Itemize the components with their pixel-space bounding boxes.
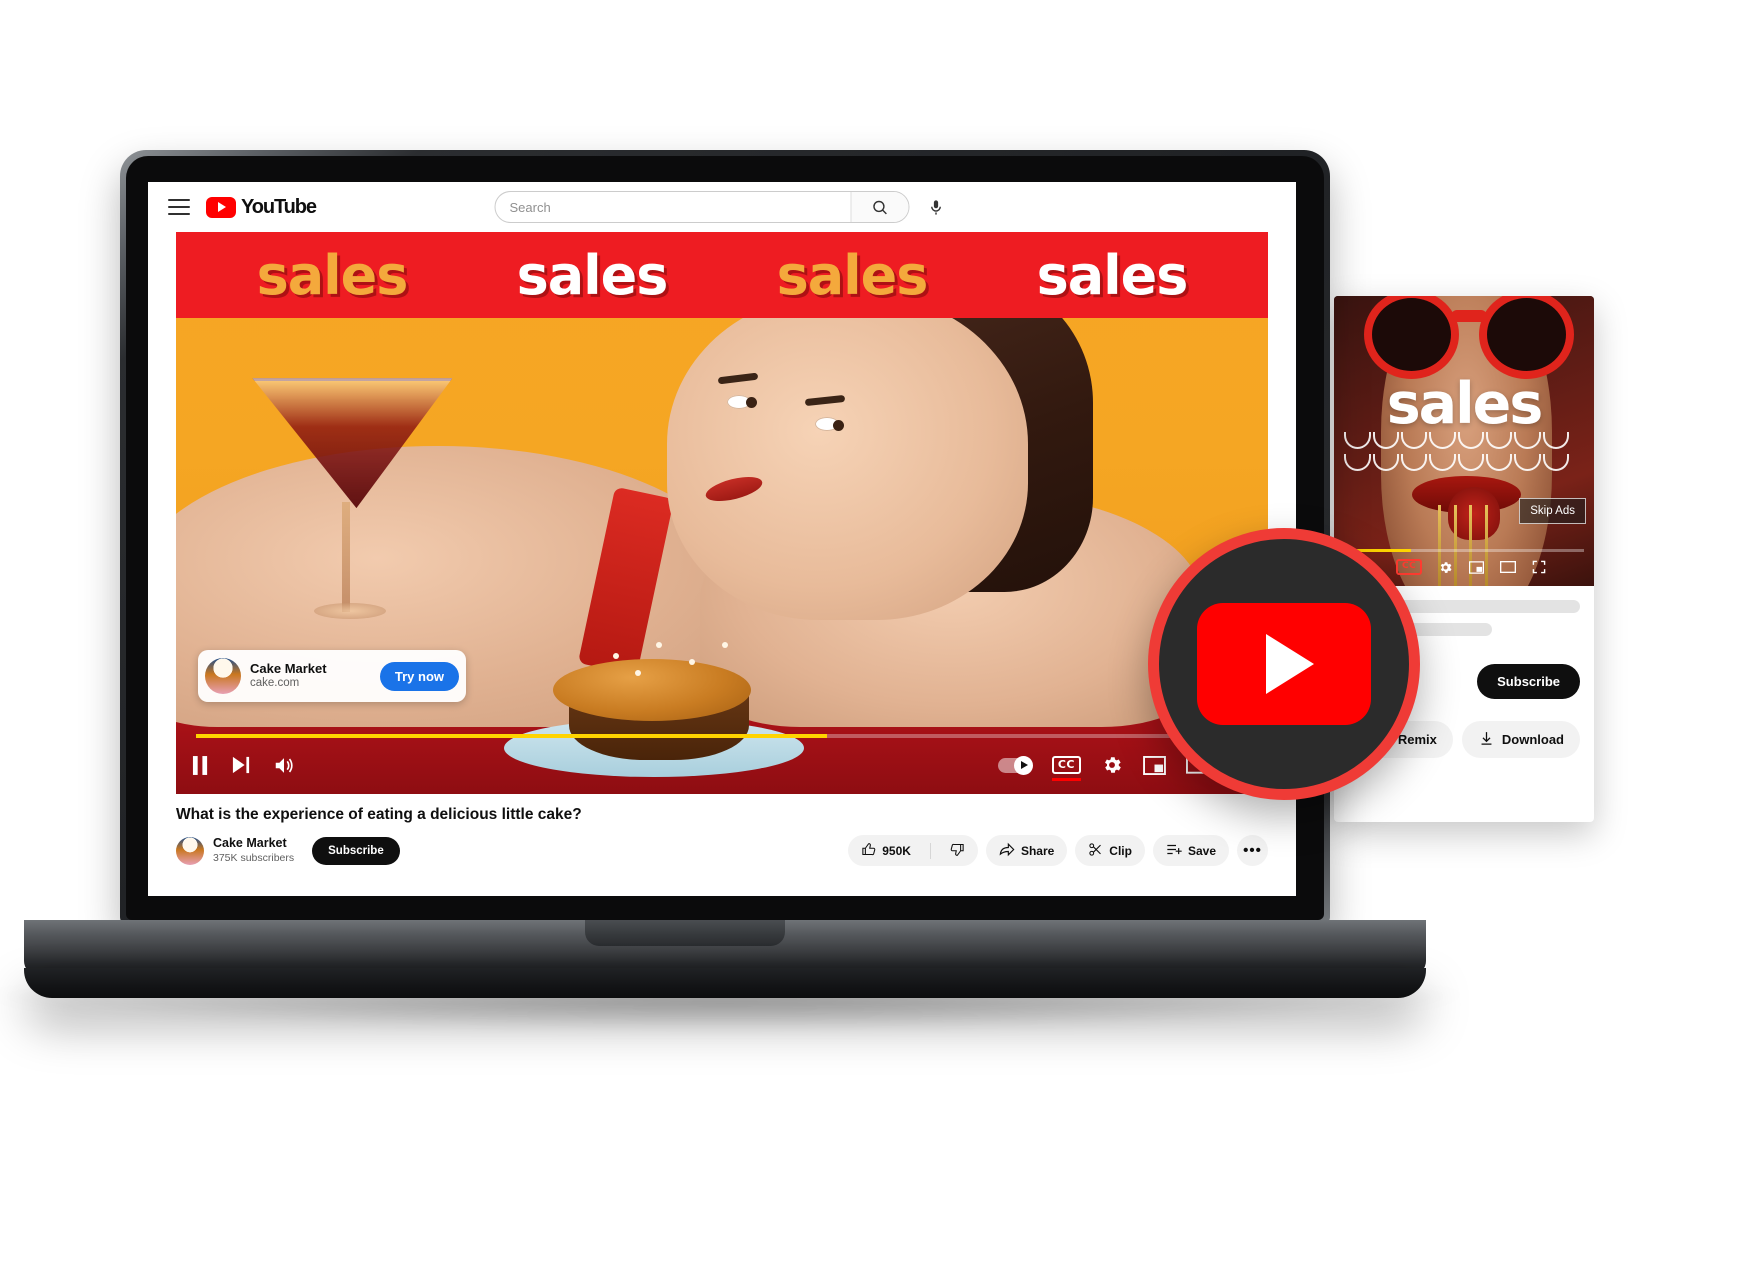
search-box[interactable] — [494, 191, 910, 223]
photo-sunglasses — [1370, 296, 1568, 383]
youtube-wordmark: YouTube — [241, 195, 317, 218]
ad-overlay-card[interactable]: Cake Market cake.com Try now — [198, 650, 466, 702]
video-player[interactable]: sales sales sales sales Cake Market cake… — [176, 232, 1268, 794]
remix-label: Remix — [1397, 732, 1437, 747]
avatar[interactable] — [176, 836, 204, 865]
mobile-progress-bar[interactable] — [1344, 549, 1584, 552]
clip-label: Clip — [1109, 843, 1132, 858]
closed-captions-icon[interactable]: CC — [1051, 755, 1081, 782]
settings-gear-icon[interactable] — [1438, 560, 1453, 575]
youtube-header: YouTube — [148, 182, 1296, 232]
laptop-base-notch — [585, 920, 785, 946]
scene-root: sales Skip Ads CC Subscribe Remix Downlo… — [0, 0, 1738, 1288]
search-area — [494, 191, 950, 223]
progress-bar[interactable] — [196, 734, 1248, 738]
youtube-logo[interactable]: YouTube — [206, 195, 317, 219]
next-track-icon[interactable] — [231, 756, 251, 774]
channel-row: Cake Market 375K subscribers Subscribe 9… — [176, 835, 1268, 866]
thumbs-up-icon — [861, 842, 876, 860]
search-button[interactable] — [850, 192, 909, 222]
skip-ads-button[interactable]: Skip Ads — [1519, 498, 1586, 524]
banner-word: sales — [256, 243, 409, 307]
like-button[interactable]: 950K — [848, 835, 924, 866]
mobile-video-player[interactable]: sales Skip Ads CC — [1334, 296, 1594, 586]
download-arrow-icon — [1478, 730, 1495, 750]
settings-gear-icon[interactable] — [1101, 754, 1123, 776]
voice-search-icon[interactable] — [922, 193, 950, 221]
pause-icon[interactable] — [192, 755, 209, 775]
search-input[interactable] — [495, 192, 851, 222]
youtube-play-logo[interactable] — [1148, 528, 1420, 800]
download-button[interactable]: Download — [1461, 721, 1580, 758]
closed-captions-icon[interactable]: CC — [1396, 559, 1423, 575]
miniplayer-icon[interactable] — [1143, 755, 1166, 775]
like-count: 950K — [882, 843, 911, 858]
page-title: What is the experience of eating a delic… — [176, 806, 582, 823]
share-label: Share — [1020, 843, 1055, 858]
fullscreen-icon[interactable] — [1532, 560, 1546, 574]
try-now-button[interactable]: Try now — [379, 661, 459, 691]
video-action-row: 950K Share Clip Save ••• — [848, 835, 1268, 866]
sales-banner: sales sales sales sales — [176, 232, 1268, 318]
share-arrow-icon — [999, 842, 1015, 860]
clip-button[interactable]: Clip — [1075, 835, 1145, 866]
share-button[interactable]: Share — [985, 835, 1068, 866]
download-label: Download — [1501, 732, 1564, 747]
save-label: Save — [1187, 843, 1216, 858]
channel-name[interactable]: Cake Market — [213, 836, 294, 852]
laptop-lid: YouTube Search sales sales sales sales C… — [120, 150, 1330, 925]
player-controls: CC — [176, 742, 1268, 788]
scissors-icon — [1088, 842, 1103, 860]
laptop-mockup: YouTube Search sales sales sales sales C… — [0, 150, 1480, 1032]
advertiser-url: cake.com — [250, 676, 300, 689]
theater-mode-icon[interactable] — [1500, 561, 1517, 573]
miniplayer-icon[interactable] — [1469, 560, 1485, 574]
progress-fill — [196, 734, 828, 738]
hamburger-menu-icon[interactable] — [168, 199, 190, 215]
advertiser-avatar — [205, 658, 241, 694]
banner-word: sales — [516, 243, 669, 307]
dislike-button[interactable] — [937, 835, 978, 866]
mobile-subscribe-button[interactable]: Subscribe — [1477, 664, 1580, 699]
mobile-banner-word: sales — [1386, 371, 1544, 438]
thumbs-down-icon — [950, 842, 965, 860]
volume-icon[interactable] — [273, 756, 295, 775]
autoplay-toggle[interactable] — [997, 755, 1033, 775]
laptop-base-lip — [24, 968, 1426, 998]
play-triangle-icon — [1266, 634, 1314, 694]
youtube-play-icon — [206, 196, 236, 218]
banner-word: sales — [1036, 243, 1189, 307]
banner-word: sales — [776, 243, 929, 307]
photo-face — [667, 293, 1028, 620]
subscribe-button[interactable]: Subscribe — [312, 836, 400, 865]
mobile-wave-decoration — [1344, 432, 1583, 474]
more-actions-button[interactable]: ••• — [1237, 835, 1268, 866]
save-button[interactable]: Save — [1152, 835, 1229, 866]
subscriber-count: 375K subscribers — [213, 851, 295, 864]
video-meta: What is the experience of eating a delic… — [148, 794, 1296, 866]
save-to-playlist-icon — [1166, 842, 1182, 860]
like-dislike-group: 950K — [848, 835, 978, 866]
advertiser-name: Cake Market — [250, 660, 327, 676]
laptop-screen: YouTube Search sales sales sales sales C… — [148, 182, 1296, 896]
youtube-logo-rect — [1197, 603, 1371, 725]
